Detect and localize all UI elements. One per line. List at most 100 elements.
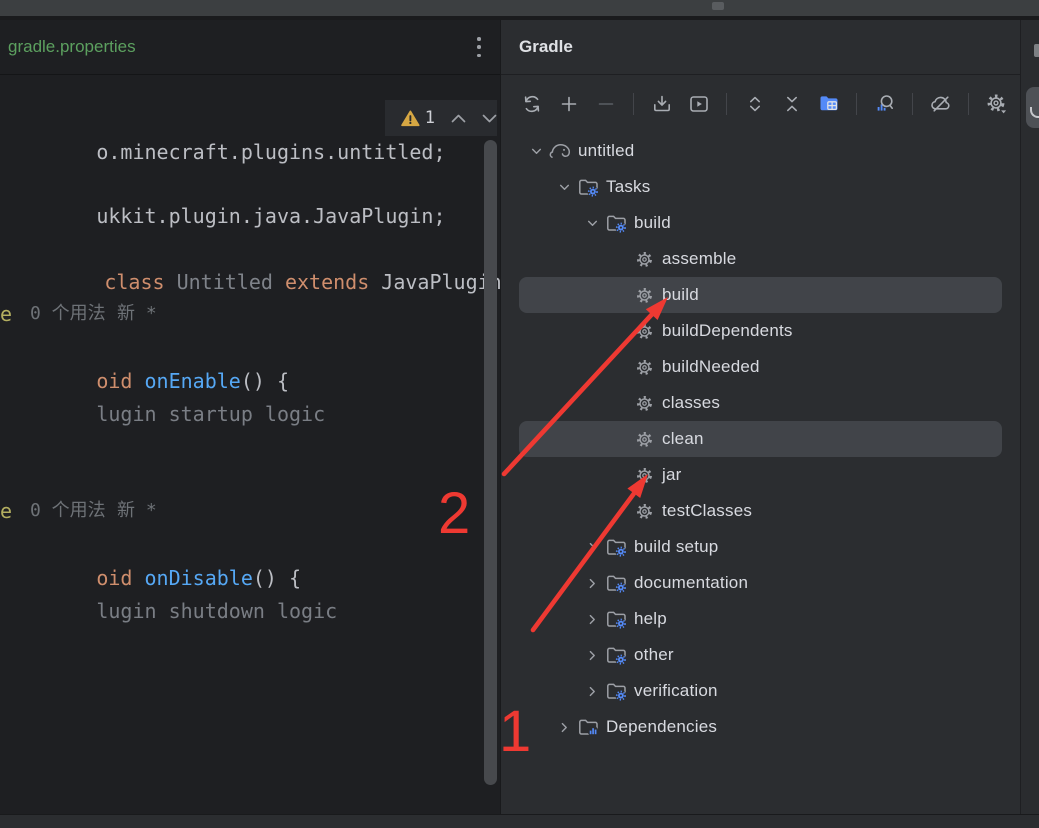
editor-tab-bar: gradle.properties (0, 20, 500, 75)
dependency-analyzer-button[interactable] (871, 90, 898, 118)
gear-icon (631, 464, 657, 486)
author-inlay-hint[interactable]: 新 * (117, 494, 157, 528)
tree-item-label: documentation (634, 573, 748, 593)
tree-item-label: other (634, 645, 674, 665)
tree-item-testclasses[interactable]: testClasses (519, 493, 1002, 529)
package-line-text: o.minecraft.plugins.untitled; (96, 140, 445, 164)
chevron-right-icon[interactable] (581, 537, 603, 557)
chevron-right-icon[interactable] (553, 717, 575, 737)
titlebar-glyph (712, 2, 724, 10)
code-line-class: class Untitled extends JavaPlugin {0个用 (8, 231, 500, 265)
tree-item-clean[interactable]: clean (519, 421, 1002, 457)
tree-item-documentation[interactable]: documentation (519, 565, 1002, 601)
add-button[interactable] (555, 90, 582, 118)
gradle-tool-window: Gradle (500, 20, 1020, 814)
annotation-tail: e (0, 494, 12, 528)
run-task-button[interactable] (685, 90, 712, 118)
kebab-menu-icon[interactable] (476, 37, 482, 57)
keyword-extends: extends (285, 270, 369, 294)
tab-gradle-properties[interactable]: gradle.properties (8, 20, 136, 74)
code-line-ondisable: oid onDisable() { (0, 527, 301, 561)
chevron-spacer (609, 429, 631, 449)
usages-inlay-hint[interactable]: 0 个用法 (30, 494, 106, 528)
tree-item-builddependents[interactable]: buildDependents (519, 313, 1002, 349)
gradle-elephant-icon (1030, 107, 1039, 118)
class-line-tail: JavaPlugin { (369, 270, 500, 294)
gear-icon (631, 248, 657, 270)
settings-button[interactable] (983, 90, 1010, 118)
folder-chart-icon (575, 716, 601, 738)
sync-button[interactable] (518, 90, 545, 118)
chevron-right-icon[interactable] (581, 681, 603, 701)
code-line-override-hint-1: e 0 个用法 新 * (0, 297, 500, 331)
status-bar (0, 814, 1039, 828)
gear-icon (631, 428, 657, 450)
usages-inlay-hint[interactable]: 0 个用法 (30, 297, 106, 331)
tree-item-verification[interactable]: verification (519, 673, 1002, 709)
dependency-analyzer-icon (873, 92, 897, 116)
inspection-widget[interactable]: 1 (385, 100, 497, 136)
tree-item-label: build (634, 213, 671, 233)
tree-item-label: help (634, 609, 667, 629)
tree-item-label: Tasks (606, 177, 650, 197)
chevron-spacer (609, 285, 631, 305)
folder-gear-icon (603, 536, 629, 558)
chevron-spacer (609, 393, 631, 413)
gradle-elephant-icon (547, 140, 573, 162)
tree-item-assemble[interactable]: assemble (519, 241, 1002, 277)
code-editor[interactable]: o.minecraft.plugins.untitled; 1 (0, 75, 500, 814)
tree-item-label: buildNeeded (662, 357, 760, 377)
chevron-right-icon[interactable] (581, 609, 603, 629)
chevron-down-icon[interactable] (581, 213, 603, 233)
chevron-spacer (609, 249, 631, 269)
expand-all-button[interactable] (741, 90, 768, 118)
editor-vertical-scrollbar[interactable] (484, 140, 497, 785)
keyword-class: class (104, 270, 164, 294)
folder-gear-icon (575, 176, 601, 198)
tree-item-help[interactable]: help (519, 601, 1002, 637)
chevron-down-icon[interactable] (525, 141, 547, 161)
ide-window: gradle.properties o.minecraft.plugins.un… (0, 0, 1039, 828)
tree-item-label: build setup (634, 537, 718, 557)
tree-item-buildneeded[interactable]: buildNeeded (519, 349, 1002, 385)
tool-window-stripe (1020, 20, 1039, 814)
download-sources-button[interactable] (648, 90, 675, 118)
remove-button[interactable] (592, 90, 619, 118)
chevron-right-icon[interactable] (581, 573, 603, 593)
tree-item-label: clean (662, 429, 704, 449)
import-line-text: ukkit.plugin.java.JavaPlugin; (96, 204, 445, 228)
code-line-package: o.minecraft.plugins.untitled; (0, 101, 446, 135)
tree-item-other[interactable]: other (519, 637, 1002, 673)
chevron-down-icon[interactable] (553, 177, 575, 197)
tree-item-untitled[interactable]: untitled (519, 133, 1002, 169)
tree-item-build[interactable]: build (519, 277, 1002, 313)
gear-icon (631, 284, 657, 306)
class-name: Untitled (165, 270, 285, 294)
warning-count: 1 (425, 108, 435, 128)
sync-icon (520, 92, 544, 116)
add-icon (557, 92, 581, 116)
chevron-spacer (609, 465, 631, 485)
tree-item-label: untitled (578, 141, 634, 161)
gear-icon (631, 320, 657, 342)
tree-item-jar[interactable]: jar (519, 457, 1002, 493)
chevron-down-icon[interactable] (482, 114, 497, 123)
code-line-comment-1: lugin startup logic (0, 363, 325, 397)
tree-item-build-setup[interactable]: build setup (519, 529, 1002, 565)
gradle-panel-header: Gradle (501, 20, 1020, 75)
chevron-up-icon[interactable] (451, 114, 466, 123)
tree-item-classes[interactable]: classes (519, 385, 1002, 421)
folder-gear-icon (603, 680, 629, 702)
tree-item-build[interactable]: build (519, 205, 1002, 241)
offline-mode-button[interactable] (927, 90, 954, 118)
tree-item-label: Dependencies (606, 717, 717, 737)
tree-item-label: testClasses (662, 501, 752, 521)
chevron-right-icon[interactable] (581, 645, 603, 665)
tree-item-tasks[interactable]: Tasks (519, 169, 1002, 205)
group-modules-button[interactable] (815, 90, 842, 118)
gradle-stripe-button[interactable] (1026, 87, 1039, 128)
collapse-all-button[interactable] (778, 90, 805, 118)
author-inlay-hint[interactable]: 新 * (117, 297, 157, 331)
expand-all-icon (743, 92, 767, 116)
tree-item-dependencies[interactable]: Dependencies (519, 709, 1002, 745)
